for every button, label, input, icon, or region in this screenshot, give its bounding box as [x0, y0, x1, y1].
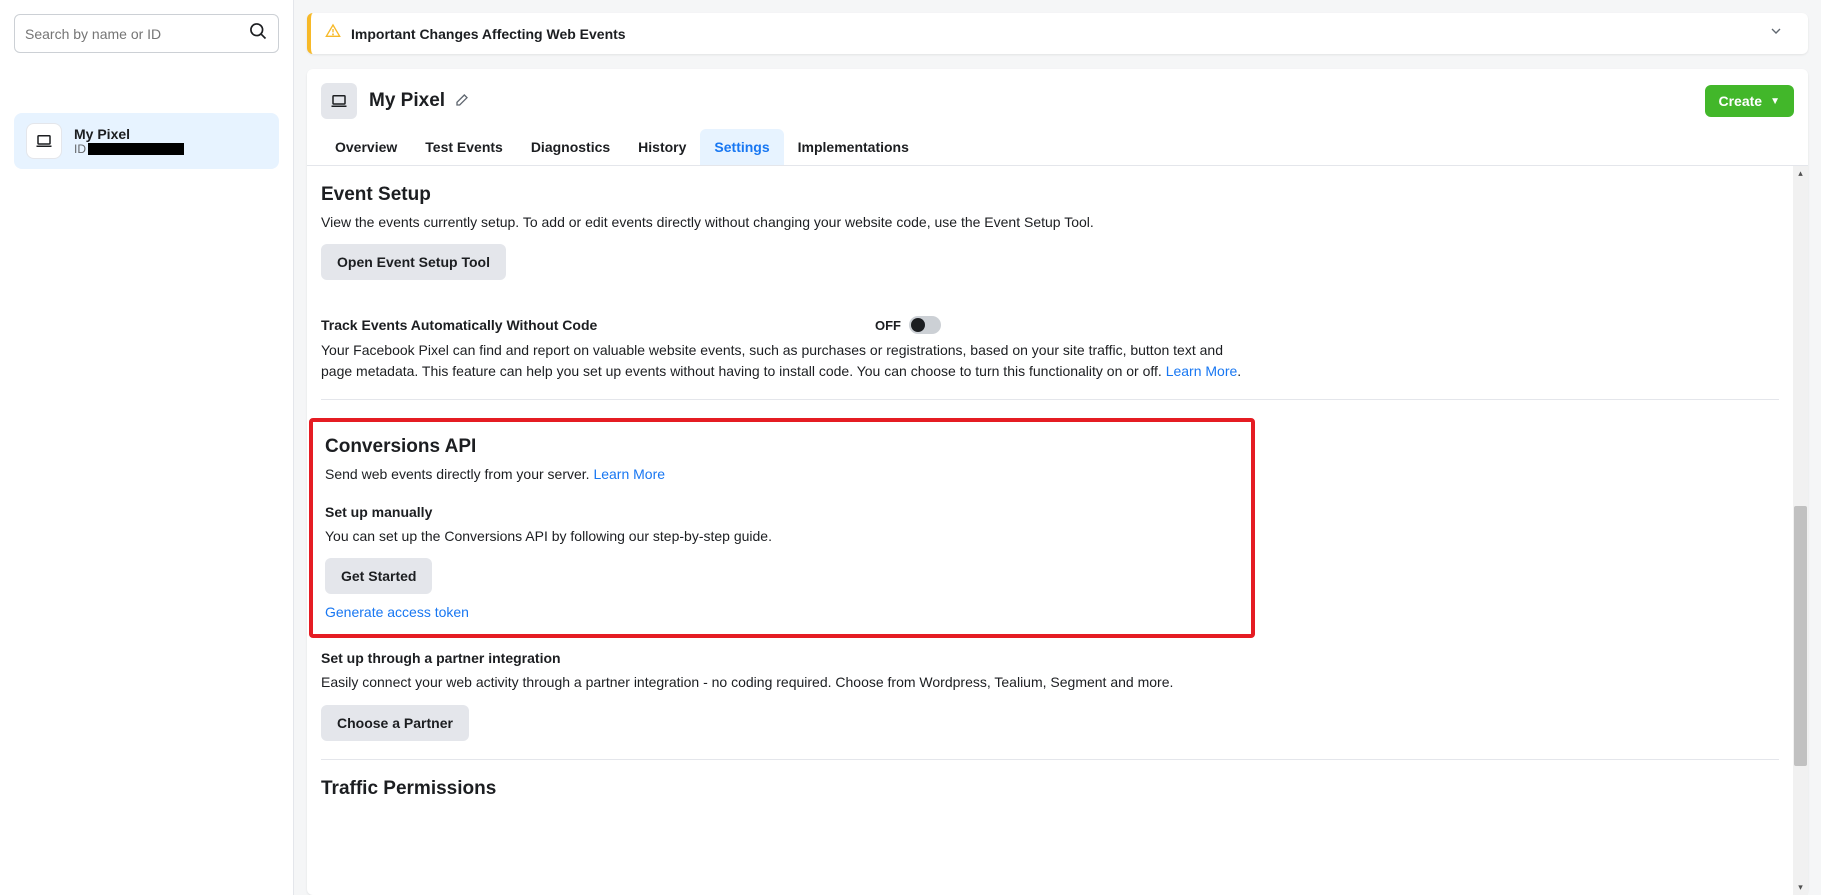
event-setup-title: Event Setup: [321, 184, 1243, 206]
toggle-state-label: OFF: [875, 318, 901, 333]
laptop-icon: [26, 123, 62, 159]
search-box[interactable]: [14, 14, 279, 53]
event-setup-desc: View the events currently setup. To add …: [321, 212, 1243, 232]
tab-implementations[interactable]: Implementations: [784, 129, 923, 165]
conversions-desc: Send web events directly from your serve…: [325, 464, 1239, 484]
content-card: My Pixel Create ▼ Overview Test Events D…: [307, 69, 1808, 895]
section-conversions-api: Conversions API Send web events directly…: [307, 400, 1257, 759]
scroll-down-arrow[interactable]: ▾: [1793, 880, 1808, 895]
track-auto-toggle[interactable]: [909, 316, 941, 334]
track-auto-desc: Your Facebook Pixel can find and report …: [321, 340, 1243, 381]
choose-partner-button[interactable]: Choose a Partner: [321, 705, 469, 741]
tab-overview[interactable]: Overview: [321, 129, 411, 165]
tab-settings[interactable]: Settings: [700, 129, 783, 165]
section-track-auto: Track Events Automatically Without Code …: [307, 298, 1257, 399]
edit-button[interactable]: [453, 93, 469, 109]
generate-access-token-link[interactable]: Generate access token: [325, 604, 1239, 620]
manual-setup: Set up manually You can set up the Conve…: [325, 504, 1239, 620]
conversions-title: Conversions API: [325, 436, 1239, 458]
warning-icon: [325, 23, 351, 44]
scrollbar[interactable]: ▴ ▾: [1793, 166, 1808, 895]
sidebar: My Pixel ID: [0, 0, 294, 895]
laptop-icon: [321, 83, 357, 119]
get-started-button[interactable]: Get Started: [325, 558, 432, 594]
search-input[interactable]: [25, 26, 248, 42]
tab-history[interactable]: History: [624, 129, 700, 165]
track-learn-more-link[interactable]: Learn More: [1166, 363, 1238, 379]
alert-title: Important Changes Affecting Web Events: [351, 26, 1768, 42]
traffic-permissions-title: Traffic Permissions: [321, 778, 1243, 800]
open-event-setup-button[interactable]: Open Event Setup Tool: [321, 244, 506, 280]
conversions-highlight: Conversions API Send web events directly…: [309, 418, 1255, 639]
scroll-wrapper: Event Setup View the events currently se…: [307, 166, 1808, 895]
partner-setup: Set up through a partner integration Eas…: [321, 650, 1243, 740]
search-icon: [248, 21, 268, 46]
tab-diagnostics[interactable]: Diagnostics: [517, 129, 624, 165]
content-body: Event Setup View the events currently se…: [307, 166, 1793, 895]
tab-test-events[interactable]: Test Events: [411, 129, 517, 165]
toggle-wrap: OFF: [875, 316, 941, 334]
manual-setup-desc: You can set up the Conversions API by fo…: [325, 526, 1239, 546]
sidebar-item-text: My Pixel ID: [74, 126, 184, 156]
scrollbar-thumb[interactable]: [1794, 506, 1807, 766]
conversions-learn-more-link[interactable]: Learn More: [593, 466, 665, 482]
section-traffic-permissions: Traffic Permissions: [307, 760, 1257, 824]
caret-down-icon: ▼: [1770, 96, 1780, 107]
section-event-setup: Event Setup View the events currently se…: [307, 166, 1257, 298]
alert-bar[interactable]: Important Changes Affecting Web Events: [307, 13, 1808, 54]
tabs: Overview Test Events Diagnostics History…: [307, 129, 1808, 166]
chevron-down-icon: [1768, 23, 1794, 44]
manual-setup-title: Set up manually: [325, 504, 1239, 520]
sidebar-item-pixel[interactable]: My Pixel ID: [14, 113, 279, 169]
create-button[interactable]: Create ▼: [1705, 85, 1795, 117]
scroll-up-arrow[interactable]: ▴: [1793, 166, 1808, 181]
redacted-id: [88, 143, 184, 155]
toggle-knob: [911, 318, 925, 332]
page-header: My Pixel Create ▼: [307, 69, 1808, 119]
partner-setup-desc: Easily connect your web activity through…: [321, 672, 1243, 692]
sidebar-item-id: ID: [74, 142, 184, 156]
partner-setup-title: Set up through a partner integration: [321, 650, 1243, 666]
sidebar-item-title: My Pixel: [74, 126, 184, 142]
main: Important Changes Affecting Web Events M…: [294, 0, 1821, 895]
track-auto-title: Track Events Automatically Without Code: [321, 317, 597, 333]
page-title: My Pixel: [369, 90, 445, 112]
